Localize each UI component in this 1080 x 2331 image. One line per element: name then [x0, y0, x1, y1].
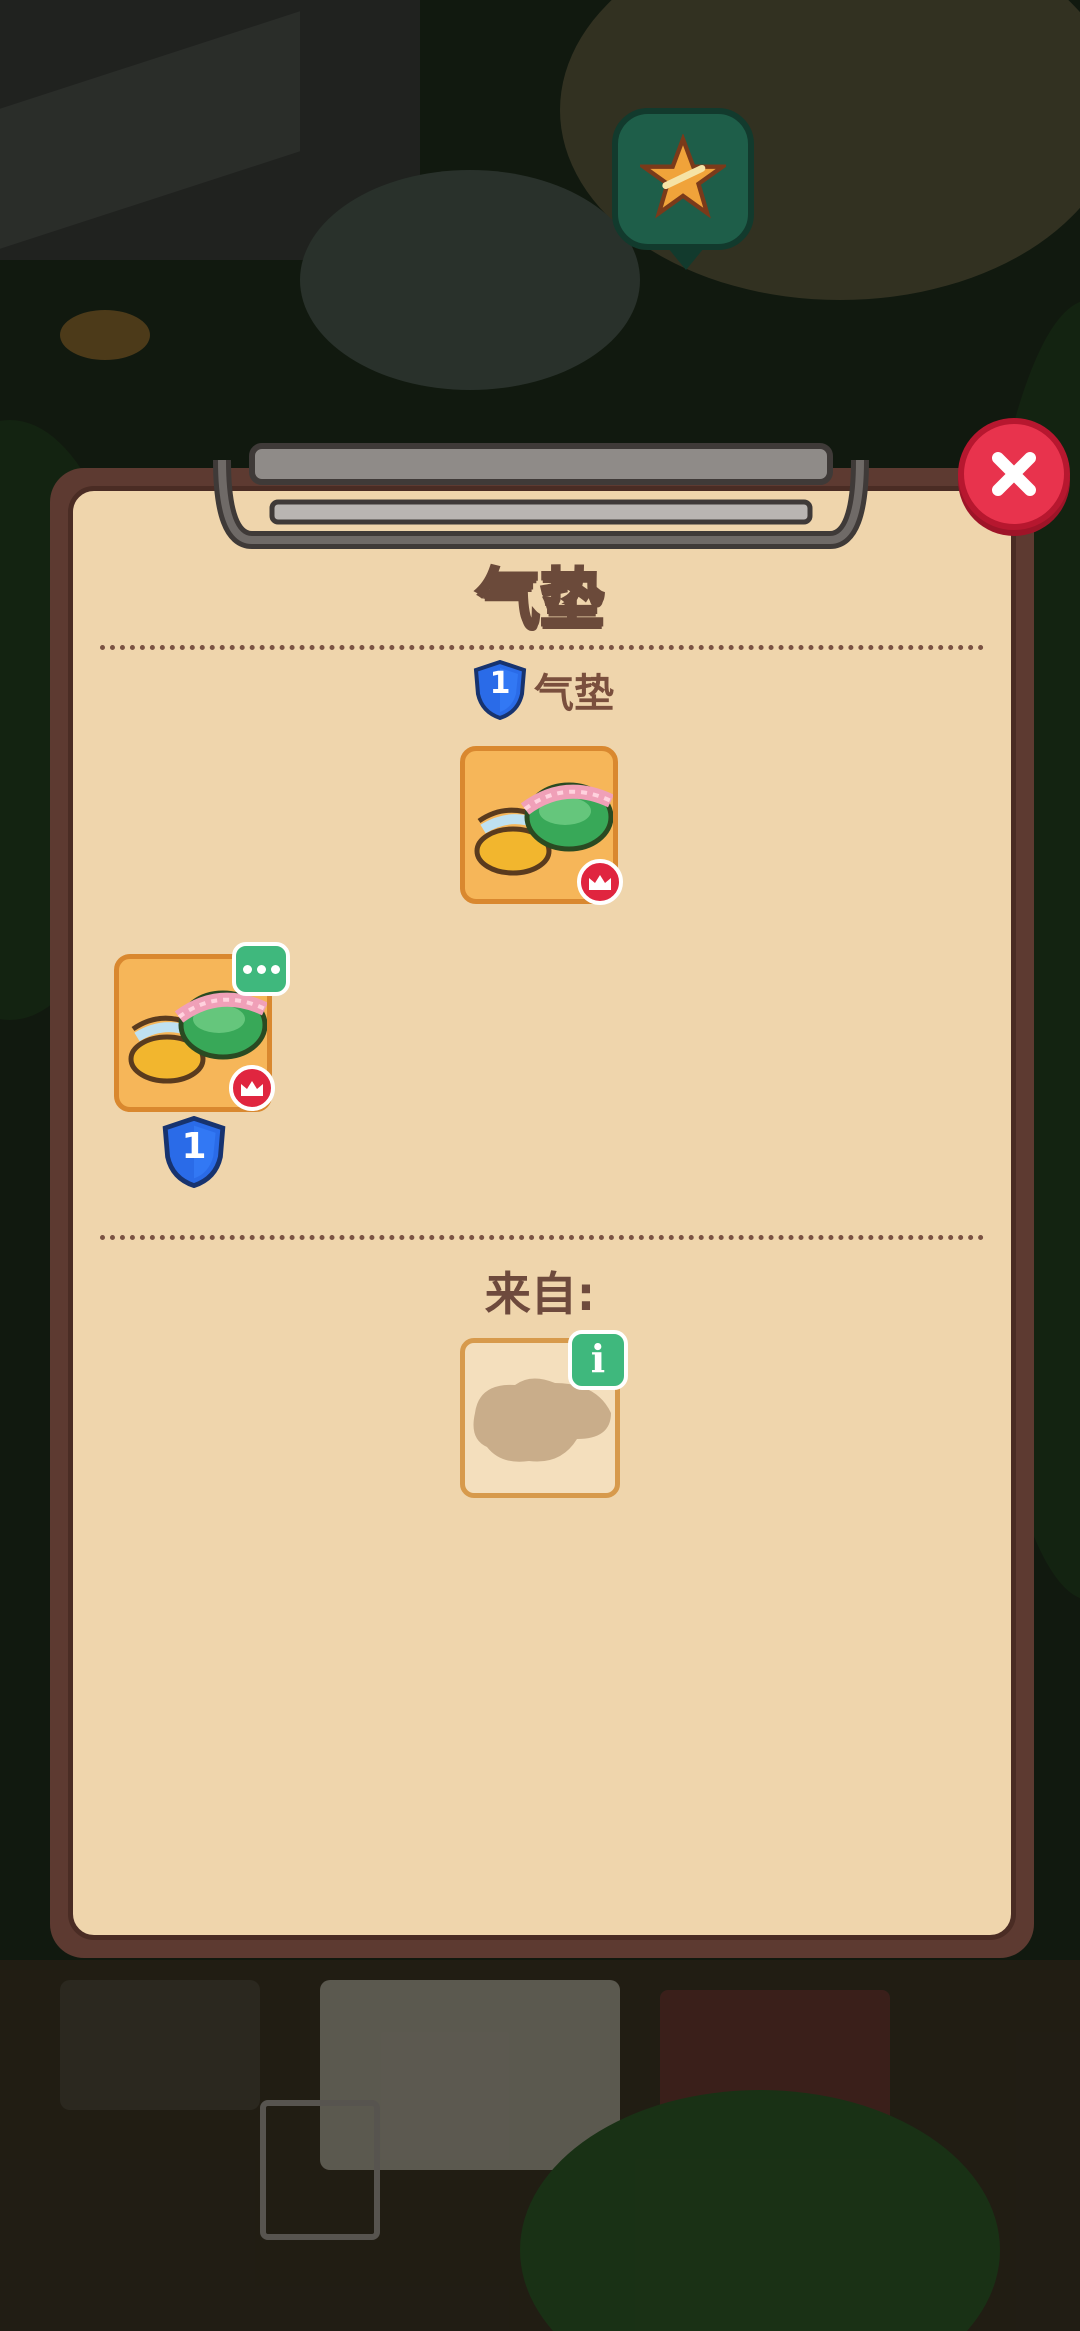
close-icon [992, 452, 1036, 496]
info-icon: i [590, 1336, 606, 1381]
divider-bottom [100, 1235, 984, 1240]
dialog-title: 气垫 [475, 562, 606, 639]
subtitle-level-number: 1 [489, 666, 511, 701]
item-level-number: 1 [181, 1126, 207, 1167]
more-dot [242, 964, 252, 974]
divider-top [100, 645, 984, 650]
info-button[interactable]: i [568, 1330, 628, 1390]
star-map-marker[interactable] [612, 108, 754, 270]
item-level-badge: 1 [160, 1115, 228, 1189]
star-icon [640, 134, 726, 219]
clipboard-clip [213, 443, 869, 549]
crown-icon [577, 859, 623, 905]
subtitle-label: 气垫 [534, 671, 614, 717]
level-shield-icon: 1 [472, 660, 528, 720]
item-card-main[interactable] [460, 746, 623, 905]
item-subtitle: 1 气垫 [472, 660, 614, 720]
more-dot [256, 964, 266, 974]
more-options-button[interactable] [232, 942, 290, 996]
close-button[interactable] [958, 418, 1070, 530]
source-label: 来自: [484, 1267, 596, 1321]
more-dot [270, 964, 280, 974]
crown-icon [229, 1065, 275, 1111]
